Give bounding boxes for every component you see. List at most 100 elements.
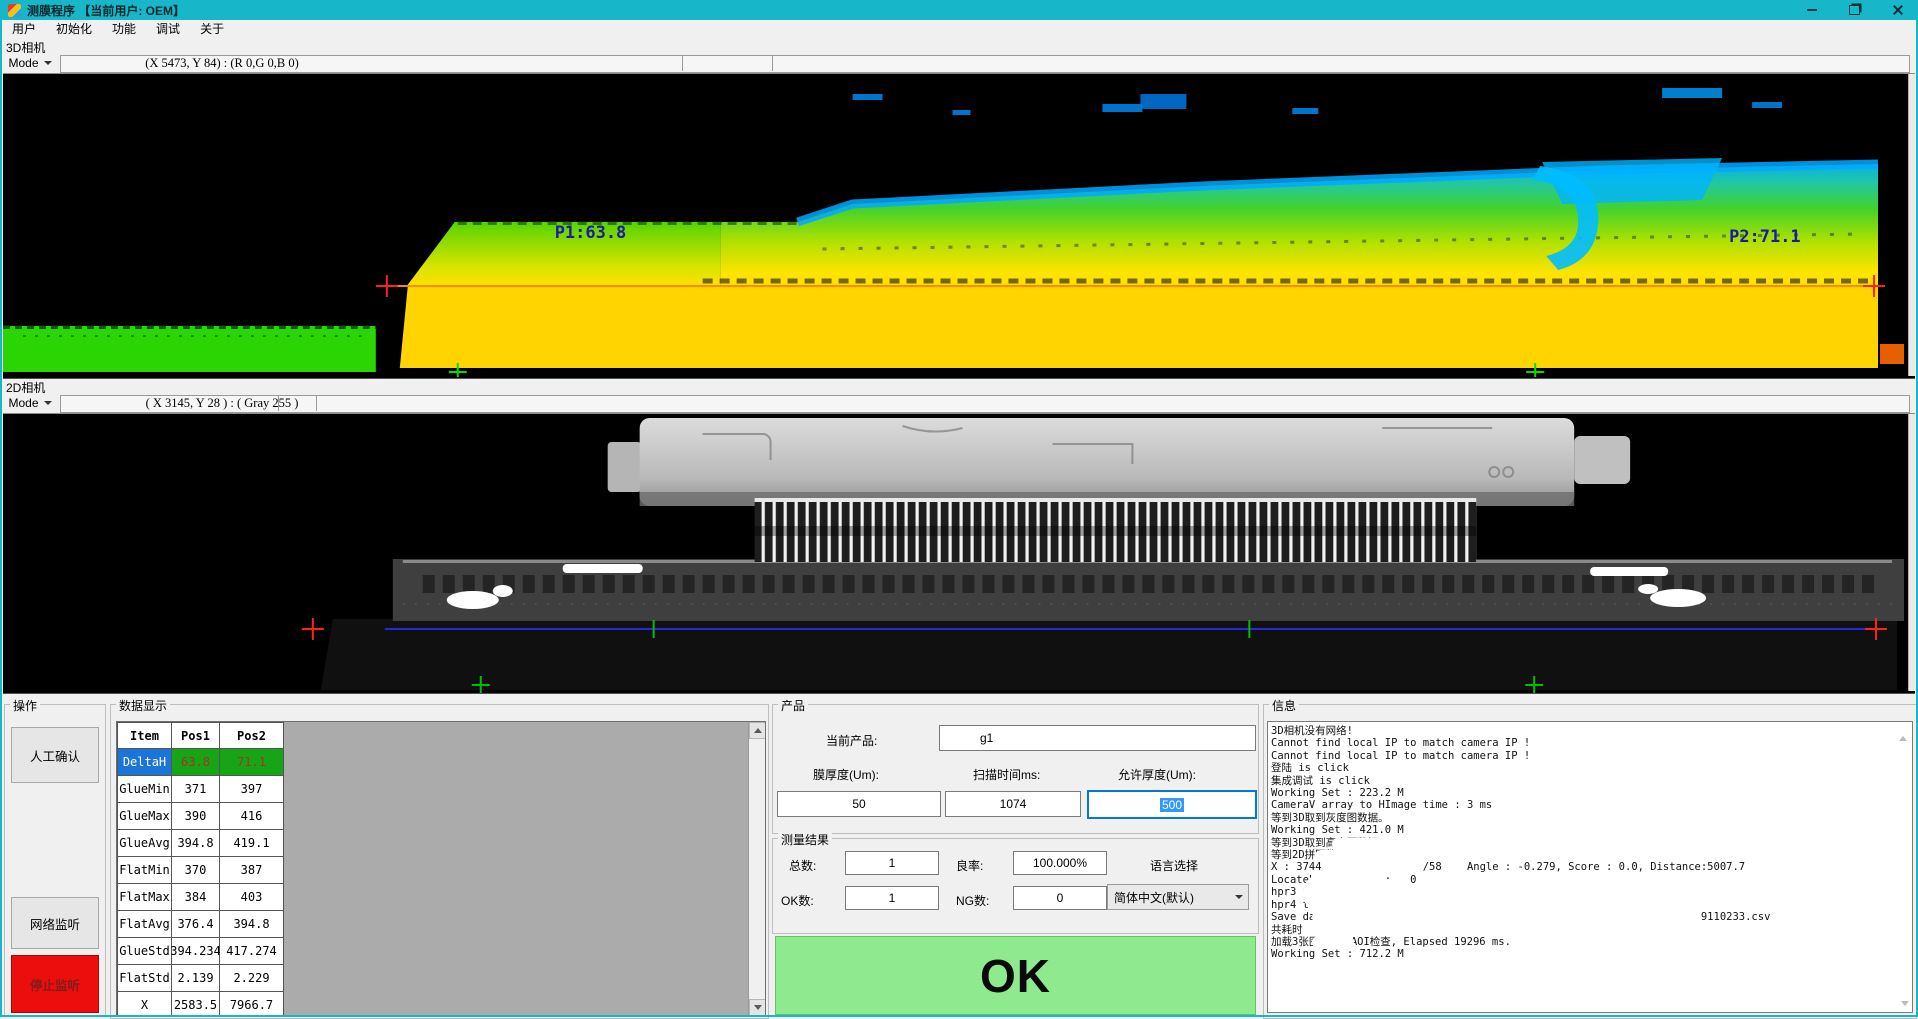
table-scrollbar[interactable] bbox=[748, 722, 765, 1016]
operation-group: 操作 人工确认 网络监听 停止监听 bbox=[4, 704, 106, 1016]
restore-icon bbox=[1849, 5, 1860, 15]
manual-confirm-button[interactable]: 人工确认 bbox=[11, 727, 99, 783]
maximize-button[interactable] bbox=[1836, 0, 1872, 20]
table-row[interactable]: GlueAvg 394.8 419.1 bbox=[118, 830, 284, 857]
measure-result-group-label: 测量结果 bbox=[778, 831, 832, 848]
menu-bar: 用户 初始化 功能 调试 关于 bbox=[2, 20, 1916, 37]
language-dropdown[interactable]: 简体中文(默认) bbox=[1107, 884, 1249, 910]
data-display-group-label: 数据显示 bbox=[116, 697, 170, 714]
camera2d-mode-bar: Mode ( X 3145, Y 28 ) : ( Gray 255 ) bbox=[2, 393, 1916, 413]
arrow-up-icon bbox=[1899, 722, 1907, 741]
log-line: Working Set : 223.2 M bbox=[1271, 787, 1898, 799]
close-button[interactable] bbox=[1880, 0, 1916, 20]
data-display-group: 数据显示 Item Pos1 Pos2 DeltaH 63.8 71.1 Glu… bbox=[110, 704, 769, 1019]
log-line: 加载3张图像进行AOI检查, Elapsed 19296 ms. bbox=[1271, 936, 1898, 948]
current-product-label: 当前产品: bbox=[826, 732, 877, 749]
table-row[interactable]: FlatStd 2.139 2.229 bbox=[118, 965, 284, 992]
window-title: 测膜程序 【当前用户: OEM】 bbox=[27, 2, 185, 19]
ng-count-label: NG数: bbox=[956, 892, 989, 909]
menu-user[interactable]: 用户 bbox=[2, 20, 46, 37]
film-thickness-label: 膜厚度(Um): bbox=[813, 766, 879, 783]
table-row[interactable]: GlueMin 371 397 bbox=[118, 776, 284, 803]
log-line: Working Set : 421.0 M bbox=[1271, 824, 1898, 836]
log-line: 集成调试 is click bbox=[1271, 775, 1898, 787]
2d-grayscale-image bbox=[3, 414, 1915, 693]
log-line: Cannot find local IP to match camera IP … bbox=[1271, 737, 1898, 749]
network-listen-button[interactable]: 网络监听 bbox=[11, 897, 99, 949]
log-line: Cannot find local IP to match camera IP … bbox=[1271, 750, 1898, 762]
total-field[interactable]: 1 bbox=[845, 851, 939, 875]
redaction-smudge bbox=[1332, 838, 1427, 850]
table-row[interactable]: FlatAvg 376.4 394.8 bbox=[118, 911, 284, 938]
p1-measurement-label: P1:63.8 bbox=[555, 223, 627, 243]
table-row[interactable]: X 2583.5 7966.7 bbox=[118, 992, 284, 1017]
camera2d-right-scroll-strip[interactable] bbox=[1908, 414, 1916, 691]
yield-label: 良率: bbox=[956, 857, 983, 874]
table-row[interactable]: DeltaH 63.8 71.1 bbox=[118, 749, 284, 776]
arrow-up-icon bbox=[754, 728, 762, 733]
menu-about[interactable]: 关于 bbox=[190, 20, 234, 37]
chevron-down-icon bbox=[44, 401, 52, 405]
measurement-table: Item Pos1 Pos2 DeltaH 63.8 71.1 GlueMin … bbox=[117, 722, 284, 1017]
table-row[interactable]: FlatMin 370 387 bbox=[118, 857, 284, 884]
scroll-up-button[interactable] bbox=[749, 722, 766, 739]
allow-thickness-label: 允许厚度(Um): bbox=[1118, 766, 1196, 783]
app-icon bbox=[8, 4, 21, 17]
ok-count-label: OK数: bbox=[781, 892, 814, 909]
current-product-field[interactable]: g1 bbox=[939, 725, 1256, 751]
menu-init[interactable]: 初始化 bbox=[46, 20, 102, 37]
log-line: CameraV array to HImage time : 3 ms bbox=[1271, 799, 1898, 811]
camera3d-right-scroll-strip[interactable] bbox=[1908, 74, 1916, 376]
scan-time-field[interactable]: 1074 bbox=[945, 791, 1081, 817]
info-group-label: 信息 bbox=[1269, 697, 1299, 714]
3d-heightmap-image: P1:63.8 P2:71.1 bbox=[3, 74, 1915, 378]
table-row[interactable]: GlueMax 390 416 bbox=[118, 803, 284, 830]
ng-count-field[interactable]: 0 bbox=[1013, 886, 1107, 910]
product-group-label: 产品 bbox=[778, 697, 808, 714]
log-line: 等到3D取到灰度图数据。 bbox=[1271, 812, 1898, 824]
redaction-smudge bbox=[1322, 861, 1418, 873]
camera3d-image-view[interactable]: P1:63.8 P2:71.1 bbox=[3, 73, 1915, 379]
arrow-down-icon bbox=[754, 1005, 762, 1010]
minimize-button[interactable] bbox=[1794, 0, 1830, 20]
log-line: 登陆 is click bbox=[1271, 762, 1898, 774]
data-grid: Item Pos1 Pos2 DeltaH 63.8 71.1 GlueMin … bbox=[116, 721, 766, 1017]
ok-count-field[interactable]: 1 bbox=[845, 886, 939, 910]
scan-time-label: 扫描时间ms: bbox=[973, 766, 1040, 783]
menu-debug[interactable]: 调试 bbox=[146, 20, 190, 37]
language-select-label: 语言选择 bbox=[1150, 857, 1198, 874]
film-thickness-field[interactable]: 50 bbox=[777, 791, 941, 817]
measure-result-group: 测量结果 总数: 1 良率: 100.000% 语言选择 OK数: 1 NG数:… bbox=[772, 838, 1259, 934]
camera3d-mode-bar: Mode (X 5473, Y 84) : (R 0,G 0,B 0) bbox=[2, 53, 1916, 73]
redaction-smudge bbox=[1312, 936, 1354, 948]
redaction-smudge bbox=[1312, 911, 1697, 923]
camera3d-pixel-readout: (X 5473, Y 84) : (R 0,G 0,B 0) bbox=[62, 55, 382, 71]
camera3d-mode-button[interactable]: Mode bbox=[4, 54, 56, 72]
chevron-down-icon bbox=[1230, 895, 1248, 899]
product-group: 产品 当前产品: g1 膜厚度(Um): 扫描时间ms: 允许厚度(Um): 5… bbox=[772, 704, 1259, 834]
camera2d-mode-button[interactable]: Mode bbox=[4, 394, 56, 412]
scroll-down-button[interactable] bbox=[749, 999, 766, 1016]
table-row[interactable]: FlatMax 384 403 bbox=[118, 884, 284, 911]
log-scrollbar[interactable] bbox=[1899, 722, 1912, 1012]
table-row[interactable]: GlueStd 394.234 417.274 bbox=[118, 938, 284, 965]
menu-function[interactable]: 功能 bbox=[102, 20, 146, 37]
stop-listen-button[interactable]: 停止监听 bbox=[11, 955, 99, 1013]
log-line: 3D相机没有网络! bbox=[1271, 725, 1898, 737]
redaction-smudge bbox=[1303, 873, 1393, 914]
arrow-down-icon bbox=[1901, 1001, 1909, 1006]
camera2d-image-view[interactable] bbox=[3, 413, 1915, 694]
camera2d-pixel-readout: ( X 3145, Y 28 ) : ( Gray 255 ) bbox=[62, 395, 382, 411]
table-header-row: Item Pos1 Pos2 bbox=[118, 723, 284, 749]
yield-field[interactable]: 100.000% bbox=[1013, 851, 1107, 875]
minimize-icon bbox=[1807, 9, 1817, 11]
redaction-smudge bbox=[1302, 923, 1724, 936]
p2-measurement-label: P2:71.1 bbox=[1729, 227, 1801, 247]
log-line: Working Set : 712.2 M bbox=[1271, 948, 1898, 960]
operation-group-label: 操作 bbox=[10, 697, 40, 714]
status-banner: OK bbox=[775, 936, 1256, 1015]
title-bar: 测膜程序 【当前用户: OEM】 bbox=[0, 0, 1918, 20]
total-label: 总数: bbox=[789, 857, 816, 874]
allow-thickness-field[interactable]: 500 bbox=[1087, 790, 1257, 819]
close-icon bbox=[1892, 4, 1904, 16]
